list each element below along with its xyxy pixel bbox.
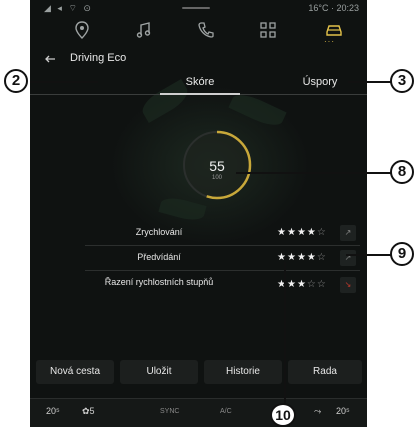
advice-button[interactable]: Rada: [288, 360, 362, 384]
score-max: 100: [211, 175, 222, 181]
leader-line: [30, 81, 98, 83]
active-indicator: ···: [324, 37, 335, 46]
status-separator: ·: [330, 3, 334, 13]
clock: 20:23: [336, 3, 359, 13]
top-nav: ···: [30, 18, 367, 46]
location-pin-icon[interactable]: [72, 20, 92, 40]
metric-row-acceleration: Zrychlování ★★★★☆ ↗: [85, 225, 360, 247]
title-bar: Driving Eco: [30, 50, 367, 70]
star-empty-icon: ☆: [316, 227, 327, 238]
history-button[interactable]: Historie: [204, 360, 282, 384]
star-rating: ★★★★☆: [277, 227, 327, 238]
star-empty-icon: ☆: [316, 279, 327, 290]
row-divider: [85, 270, 360, 271]
drag-handle[interactable]: [182, 7, 210, 9]
fan-speed[interactable]: ✿5: [82, 406, 95, 417]
leader-line: [284, 262, 286, 406]
weather-temp: 16°C: [308, 3, 329, 13]
callout-9: 9: [390, 242, 414, 266]
star-filled-icon: ★: [286, 279, 297, 290]
tab-savings[interactable]: Úspory: [290, 76, 350, 88]
action-bar: Nová cesta Uložit Historie Rada: [30, 360, 367, 386]
metric-label: Předvídání: [137, 252, 181, 262]
callout-10: 10: [270, 403, 296, 427]
page-title: Driving Eco: [70, 52, 127, 64]
tab-active-underline: [160, 93, 240, 95]
metric-row-anticipation: Předvídání ★★★★☆ ↗: [85, 250, 360, 272]
callout-8: 8: [390, 160, 414, 184]
tab-score[interactable]: Skóre: [160, 76, 240, 88]
tab-bar: Skóre Úspory: [30, 70, 367, 96]
leader-line: [346, 254, 392, 256]
apps-grid-icon[interactable]: [258, 20, 278, 40]
trend-down-icon[interactable]: ↘: [340, 277, 356, 293]
star-filled-icon: ★: [296, 227, 307, 238]
seat-heat-icon[interactable]: ⤳: [314, 406, 321, 417]
star-empty-icon: ☆: [306, 279, 317, 290]
save-button[interactable]: Uložit: [120, 360, 198, 384]
status-info: 16°C · 20:23: [308, 3, 359, 13]
music-note-icon[interactable]: [134, 20, 154, 40]
leader-line: [236, 172, 392, 174]
metric-label: Zrychlování: [135, 227, 183, 237]
new-trip-button[interactable]: Nová cesta: [36, 360, 114, 384]
phone-icon[interactable]: [196, 20, 216, 40]
star-filled-icon: ★: [296, 279, 307, 290]
star-filled-icon: ★: [296, 252, 307, 263]
fan-icon: ✿: [82, 406, 90, 416]
callout-3: 3: [390, 69, 414, 93]
star-filled-icon: ★: [286, 227, 297, 238]
sync-button[interactable]: SYNC: [160, 408, 179, 415]
row-divider: [85, 245, 360, 246]
metric-row-gear-shifting: Řazení rychlostních stupňů ★★★☆☆ ↘: [85, 277, 360, 311]
climate-bar: 20⁵ ✿5 SYNC A/C ⤳ 20⁵: [30, 398, 367, 427]
callout-2: 2: [4, 69, 28, 93]
star-filled-icon: ★: [306, 227, 317, 238]
status-bar: ◢ ◂ ⌔ ⊙ 16°C · 20:23: [30, 2, 367, 16]
trend-up-icon[interactable]: ↗: [340, 250, 356, 266]
metric-label: Řazení rychlostních stupňů: [104, 277, 214, 287]
trend-up-icon[interactable]: ↗: [340, 225, 356, 241]
eco-score-gauge: 55 100: [180, 128, 254, 202]
manual-figure: ◢ ◂ ⌔ ⊙ 16°C · 20:23 ··· Driving Eco Skó…: [0, 0, 418, 427]
star-filled-icon: ★: [306, 252, 317, 263]
star-filled-icon: ★: [286, 252, 297, 263]
star-filled-icon: ★: [277, 227, 287, 238]
left-temperature[interactable]: 20⁵: [46, 406, 60, 416]
car-display: ◢ ◂ ⌔ ⊙ 16°C · 20:23 ··· Driving Eco Skó…: [30, 0, 367, 427]
star-empty-icon: ☆: [316, 252, 327, 263]
status-icons: ◢ ◂ ⌔ ⊙: [44, 3, 93, 13]
ac-button[interactable]: A/C: [220, 408, 232, 415]
leader-line: [348, 81, 392, 83]
right-temperature[interactable]: 20⁵: [336, 406, 350, 416]
back-arrow-icon[interactable]: [43, 52, 57, 66]
